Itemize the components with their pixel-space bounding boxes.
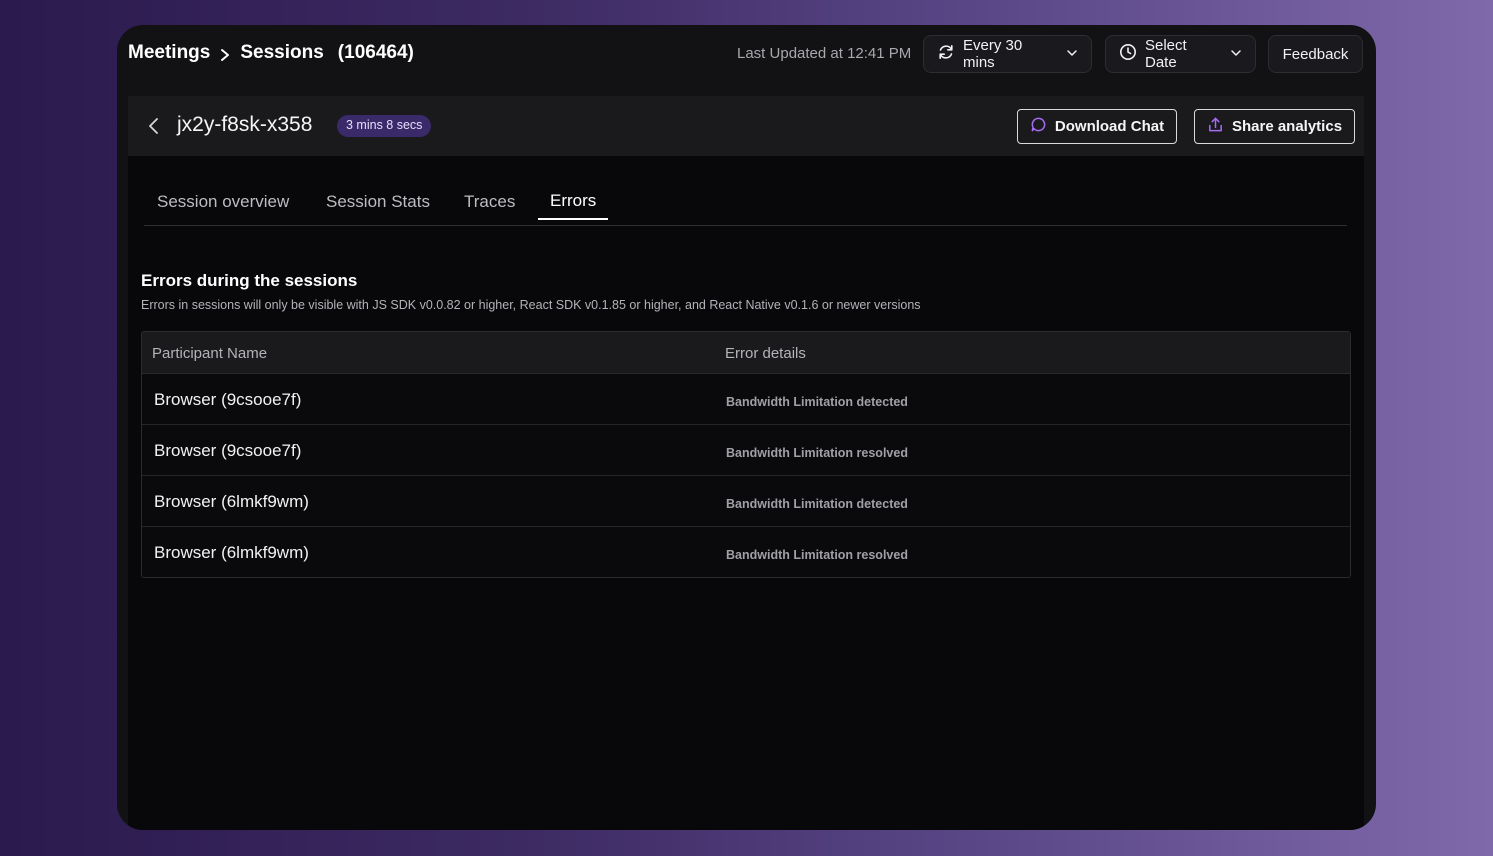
share-analytics-button[interactable]: Share analytics (1194, 109, 1355, 144)
download-chat-button[interactable]: Download Chat (1017, 109, 1177, 144)
tab-session-stats[interactable]: Session Stats (326, 188, 430, 226)
participant-name-cell: Browser (9csooe7f) (154, 390, 302, 409)
tab-errors[interactable]: Errors (538, 188, 609, 220)
table-row[interactable]: Browser (9csooe7f) Bandwidth Limitation … (142, 374, 1350, 425)
download-chat-label: Download Chat (1054, 118, 1165, 135)
errors-table: Participant Name Error details Browser (… (141, 331, 1351, 578)
errors-section-subtitle: Errors in sessions will only be visible … (141, 298, 921, 312)
duration-badge: 3 mins 8 secs (337, 115, 432, 137)
breadcrumb-sessions: Sessions (240, 42, 324, 63)
chat-bubble-icon (1030, 116, 1047, 137)
tab-session-overview[interactable]: Session overview (157, 188, 289, 226)
select-date-dropdown[interactable]: Select Date (1105, 35, 1256, 73)
last-updated-text: Last Updated at 12:41 PM (737, 45, 912, 62)
app-window: Meetings Sessions (106464) Last Updated … (117, 25, 1376, 830)
error-detail-cell: Bandwidth Limitation resolved (726, 548, 908, 562)
refresh-interval-label: Every 30 mins (963, 37, 1023, 71)
error-detail-cell: Bandwidth Limitation resolved (726, 446, 908, 460)
share-upload-icon (1207, 116, 1224, 137)
table-row[interactable]: Browser (6lmkf9wm) Bandwidth Limitation … (142, 527, 1350, 577)
error-detail-cell: Bandwidth Limitation detected (726, 395, 908, 409)
table-row[interactable]: Browser (6lmkf9wm) Bandwidth Limitation … (142, 476, 1350, 527)
participant-name-cell: Browser (6lmkf9wm) (154, 492, 309, 511)
tab-traces[interactable]: Traces (464, 188, 515, 226)
chevron-down-icon (1066, 46, 1078, 63)
breadcrumb-meetings[interactable]: Meetings (128, 42, 210, 64)
session-detail-panel: jx2y-f8sk-x358 3 mins 8 secs Download Ch… (128, 96, 1364, 830)
column-header-error-details: Error details (725, 345, 806, 362)
clock-icon (1119, 43, 1137, 65)
error-detail-cell: Bandwidth Limitation detected (726, 497, 908, 511)
chevron-right-icon (218, 46, 232, 61)
back-arrow-icon[interactable] (144, 116, 164, 136)
chevron-down-icon (1230, 46, 1242, 63)
desktop-background: Meetings Sessions (106464) Last Updated … (0, 0, 1493, 856)
session-id: jx2y-f8sk-x358 (177, 113, 313, 136)
participant-name-cell: Browser (9csooe7f) (154, 441, 302, 460)
top-bar: Meetings Sessions (106464) Last Updated … (117, 25, 1376, 85)
errors-section-title: Errors during the sessions (141, 271, 358, 290)
share-analytics-label: Share analytics (1231, 118, 1343, 135)
participant-name-cell: Browser (6lmkf9wm) (154, 543, 309, 562)
table-header: Participant Name Error details (142, 332, 1350, 374)
column-header-participant-name: Participant Name (152, 345, 268, 362)
sessions-count: (106464) (337, 42, 414, 63)
refresh-icon (937, 43, 955, 65)
session-header: jx2y-f8sk-x358 3 mins 8 secs Download Ch… (128, 96, 1364, 156)
table-row[interactable]: Browser (9csooe7f) Bandwidth Limitation … (142, 425, 1350, 476)
feedback-button[interactable]: Feedback (1268, 35, 1363, 73)
breadcrumb: Meetings Sessions (106464) (128, 42, 414, 64)
tab-bar: Session overview Session Stats Traces Er… (144, 188, 1347, 226)
refresh-interval-dropdown[interactable]: Every 30 mins (923, 35, 1092, 73)
select-date-label: Select Date (1145, 37, 1187, 71)
